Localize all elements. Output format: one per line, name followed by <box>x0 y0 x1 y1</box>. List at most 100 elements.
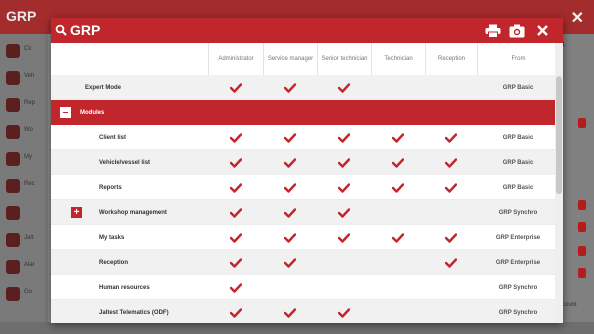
trash-icon[interactable] <box>578 246 586 256</box>
permission-cell[interactable] <box>371 75 425 100</box>
permission-cell[interactable] <box>425 300 477 323</box>
table-row: Human resources GRP Synchro <box>51 275 555 300</box>
background-sidebar-item[interactable] <box>0 200 48 226</box>
table-header-row: Administrator Service manager Senior techn… <box>51 43 555 76</box>
background-sidebar-item[interactable]: Rep <box>0 92 48 118</box>
sidebar-label: Rec <box>24 181 35 187</box>
checkmark-icon <box>392 232 404 243</box>
permission-cell[interactable] <box>208 275 263 300</box>
permission-cell[interactable] <box>317 275 371 300</box>
permission-cell[interactable] <box>425 275 477 300</box>
checkmark-icon <box>284 307 296 318</box>
table-row: Jaltest Telematics (ODF) GRP Synchro <box>51 300 555 323</box>
permission-cell[interactable] <box>263 75 317 100</box>
permission-cell[interactable] <box>371 275 425 300</box>
permission-cell[interactable] <box>317 150 371 175</box>
background-statusbar <box>0 322 594 334</box>
background-sidebar-item[interactable]: Rec <box>0 173 48 199</box>
permission-cell[interactable] <box>208 150 263 175</box>
permission-cell[interactable] <box>317 225 371 250</box>
permission-cell[interactable] <box>317 75 371 100</box>
permission-cell[interactable] <box>371 150 425 175</box>
close-button[interactable] <box>533 22 551 39</box>
checkmark-icon <box>284 157 296 168</box>
checkmark-icon <box>284 82 296 93</box>
background-sidebar-item[interactable]: Veh <box>0 65 48 91</box>
checkmark-icon <box>392 182 404 193</box>
background-sidebar-item[interactable]: Alar <box>0 254 48 280</box>
background-sidebar-item[interactable]: Cli <box>0 38 48 64</box>
permission-cell[interactable] <box>208 125 263 150</box>
permission-cell[interactable] <box>425 200 477 225</box>
permission-cell[interactable] <box>425 150 477 175</box>
sidebar-icon <box>6 125 20 139</box>
table-row: + Workshop management GRP Synchro <box>51 200 555 225</box>
permission-cell[interactable] <box>263 175 317 200</box>
trash-icon[interactable] <box>578 200 586 210</box>
permission-cell[interactable] <box>263 125 317 150</box>
permission-cell[interactable] <box>263 200 317 225</box>
permission-cell[interactable] <box>208 175 263 200</box>
checkmark-icon <box>338 82 350 93</box>
checkmark-icon <box>445 232 457 243</box>
permission-cell[interactable] <box>263 300 317 323</box>
background-sidebar-item[interactable]: Wo <box>0 119 48 145</box>
background-sidebar-item[interactable]: Jalt <box>0 227 48 253</box>
permission-cell[interactable] <box>425 125 477 150</box>
checkmark-icon <box>229 182 242 193</box>
from-edition: GRP Enterprise <box>495 259 541 266</box>
permission-cell[interactable] <box>425 250 477 275</box>
permission-cell[interactable] <box>425 75 477 100</box>
checkmark-icon <box>229 132 242 143</box>
permission-cell[interactable] <box>317 175 371 200</box>
checkmark-icon <box>284 257 296 268</box>
background-sidebar-item[interactable]: Go <box>0 281 48 307</box>
permission-cell[interactable] <box>208 225 263 250</box>
permission-cell[interactable] <box>371 300 425 323</box>
collapse-toggle[interactable]: – <box>60 107 71 118</box>
permission-cell[interactable] <box>317 125 371 150</box>
permission-cell[interactable] <box>371 225 425 250</box>
permission-cell[interactable] <box>208 250 263 275</box>
checkmark-icon <box>338 307 350 318</box>
trash-icon[interactable] <box>578 268 586 278</box>
camera-button[interactable] <box>508 22 526 39</box>
row-label: Workshop management <box>99 209 167 216</box>
permission-cell[interactable] <box>371 200 425 225</box>
permission-cell[interactable] <box>263 275 317 300</box>
permission-cell[interactable] <box>425 225 477 250</box>
trash-icon[interactable] <box>578 118 586 128</box>
checkmark-icon <box>284 207 296 218</box>
expand-toggle[interactable]: + <box>71 207 82 218</box>
checkmark-icon <box>392 132 404 143</box>
scrollbar-thumb[interactable] <box>556 76 562 194</box>
row-label: Vehicle/vessel list <box>99 159 151 166</box>
trash-icon[interactable] <box>578 222 586 232</box>
permission-cell[interactable] <box>371 175 425 200</box>
search-icon <box>55 24 67 36</box>
permission-cell[interactable] <box>425 175 477 200</box>
permission-cell[interactable] <box>208 300 263 323</box>
permission-cell[interactable] <box>208 75 263 100</box>
sidebar-icon <box>6 98 20 112</box>
table-row: Vehicle/vessel list GRP Basic <box>51 150 555 175</box>
row-label: Reports <box>99 184 122 191</box>
permission-cell[interactable] <box>263 150 317 175</box>
permission-cell[interactable] <box>371 125 425 150</box>
background-close-icon[interactable]: ✕ <box>571 8 584 28</box>
permission-cell[interactable] <box>208 200 263 225</box>
permission-cell[interactable] <box>263 250 317 275</box>
permission-cell[interactable] <box>317 300 371 323</box>
column-header: Reception <box>425 43 477 75</box>
checkmark-icon <box>445 182 457 193</box>
background-sidebar-item[interactable]: My <box>0 146 48 172</box>
permission-cell[interactable] <box>371 250 425 275</box>
permission-cell[interactable] <box>317 250 371 275</box>
dialog-title-text: GRP <box>70 22 101 38</box>
permission-cell[interactable] <box>263 225 317 250</box>
row-label: Expert Mode <box>85 84 122 91</box>
checkmark-icon <box>338 157 350 168</box>
print-button[interactable] <box>484 22 502 39</box>
checkmark-icon <box>229 82 242 93</box>
permission-cell[interactable] <box>317 200 371 225</box>
